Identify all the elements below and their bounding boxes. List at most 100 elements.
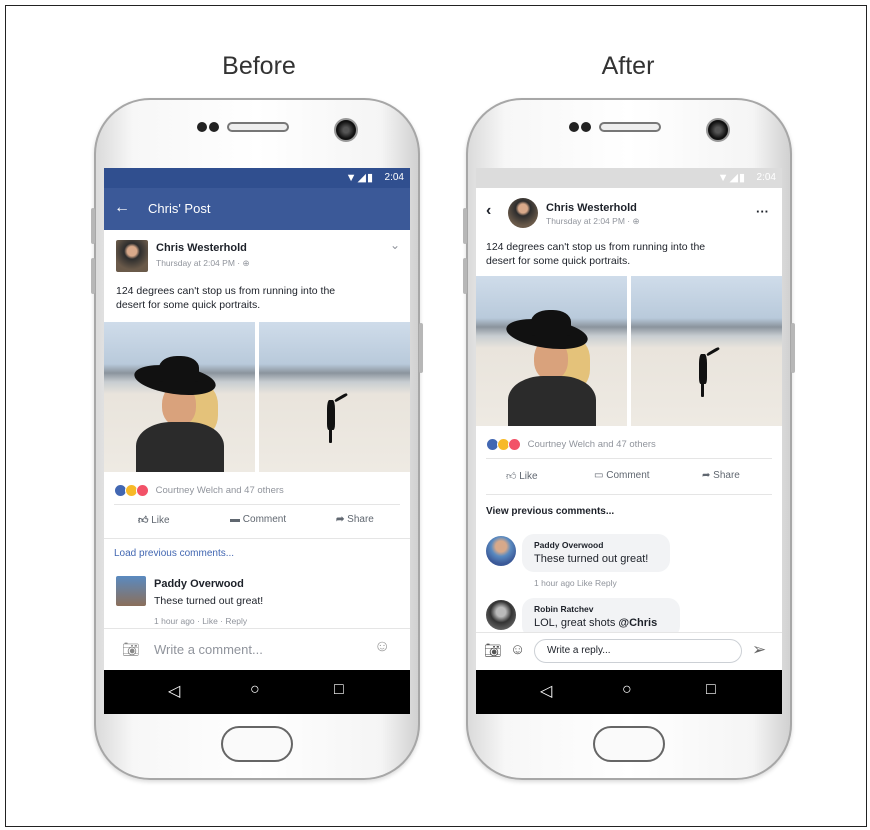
status-time: 2:04 xyxy=(384,172,404,183)
comment-text: These turned out great! xyxy=(154,595,264,607)
send-icon[interactable]: ➢ xyxy=(752,640,766,660)
sensor-icon xyxy=(569,122,579,132)
body-shape xyxy=(136,422,224,472)
volume-button xyxy=(463,258,467,294)
legs-shape xyxy=(701,383,704,397)
like-button[interactable]: 👍︎ Like xyxy=(506,470,538,482)
view-previous-comments-link[interactable]: View previous comments... xyxy=(486,506,614,517)
comment-meta[interactable]: 1 hour ago · Like · Reply xyxy=(154,616,247,626)
reply-input[interactable]: Write a reply... xyxy=(534,639,742,663)
chevron-down-icon[interactable]: ⌄ xyxy=(390,238,400,252)
volume-button xyxy=(91,208,95,244)
legs-shape xyxy=(329,429,332,443)
hat-crown-shape xyxy=(531,310,571,336)
nav-recent-icon[interactable]: □ xyxy=(706,681,716,699)
hat-crown-shape xyxy=(159,356,199,382)
post-text-line-2: desert for some quick portraits. xyxy=(486,255,631,267)
author-avatar[interactable] xyxy=(508,198,538,228)
mention-link[interactable]: @Chris xyxy=(618,617,657,629)
power-button xyxy=(791,323,795,373)
reply-composer: 📷︎ ☺ Write a reply... ➢ xyxy=(476,632,782,671)
post-text-line-1: 124 degrees can't stop us from running i… xyxy=(486,241,706,253)
reactions-summary[interactable]: Courtney Welch and 47 others xyxy=(486,438,656,451)
camera-icon[interactable]: 📷︎ xyxy=(122,641,140,658)
speaker-grille xyxy=(599,122,661,132)
nav-back-icon[interactable]: ◁ xyxy=(540,681,552,701)
signal-battery-icon: ▼◢▮ xyxy=(345,172,374,184)
author-name[interactable]: Chris Westerhold xyxy=(156,242,247,254)
comment-icon: ▬ xyxy=(230,514,240,525)
front-camera-icon xyxy=(706,118,730,142)
like-button[interactable]: 👍︎ Like xyxy=(138,514,170,526)
caption-before: Before xyxy=(222,52,296,80)
nav-home-icon[interactable]: ○ xyxy=(250,681,260,699)
app-header: ← Chris' Post xyxy=(104,188,410,230)
back-arrow-icon[interactable]: ← xyxy=(114,199,130,217)
camera-icon[interactable]: 📷︎ xyxy=(484,642,502,659)
android-nav-bar: ◁ ○ □ xyxy=(476,670,782,714)
share-arrow-icon: ➦ xyxy=(336,514,345,525)
reactions-text: Courtney Welch and 47 others xyxy=(155,485,284,497)
emoji-icon[interactable]: ☺ xyxy=(374,638,390,656)
person-silhouette xyxy=(699,354,707,384)
commenter-name[interactable]: Paddy Overwood xyxy=(154,578,244,590)
more-options-icon[interactable]: ··· xyxy=(756,204,769,219)
post-photo-desert[interactable] xyxy=(631,276,782,426)
nav-recent-icon[interactable]: □ xyxy=(334,681,344,699)
signal-battery-icon: ▼◢▮ xyxy=(717,172,746,184)
comment-meta[interactable]: 1 hour ago Like Reply xyxy=(534,578,617,588)
post-photo-desert[interactable] xyxy=(259,322,410,472)
arm-shape xyxy=(334,392,348,403)
status-time: 2:04 xyxy=(756,172,776,183)
comment-text: These turned out great! xyxy=(534,553,649,565)
author-name[interactable]: Chris Westerhold xyxy=(546,202,637,214)
commenter-name[interactable]: Paddy Overwood xyxy=(534,540,603,550)
phone-after: ▼◢▮ 2:04 ‹ Chris Westerhold Thursday at … xyxy=(463,98,795,780)
divider xyxy=(104,538,410,539)
commenter-avatar[interactable] xyxy=(116,576,146,606)
reactions-summary[interactable]: Courtney Welch and 47 others xyxy=(114,484,284,497)
nav-back-icon[interactable]: ◁ xyxy=(168,681,180,701)
post-actions: 👍︎ Like ▬ Comment ➦ Share xyxy=(104,514,410,530)
comment-composer: 📷︎ Write a comment... ☺ xyxy=(104,628,410,671)
author-avatar[interactable] xyxy=(116,240,148,272)
sensor-icon xyxy=(209,122,219,132)
body-shape xyxy=(508,376,596,426)
arm-shape xyxy=(706,346,720,357)
commenter-name[interactable]: Robin Ratchev xyxy=(534,604,594,614)
share-button[interactable]: ➦ Share xyxy=(336,514,374,525)
volume-button xyxy=(91,258,95,294)
divider xyxy=(114,504,400,505)
post-timestamp[interactable]: Thursday at 2:04 PM · ⊕ xyxy=(156,258,250,269)
divider xyxy=(486,494,772,495)
emoji-icon[interactable]: ☺ xyxy=(510,641,525,658)
share-outline-icon: ➦ xyxy=(702,470,711,481)
comment-input[interactable]: Write a comment... xyxy=(154,642,263,657)
comment-button[interactable]: ▭ Comment xyxy=(594,470,650,481)
home-button[interactable] xyxy=(593,726,665,762)
post-text-line-2: desert for some quick portraits. xyxy=(116,299,261,311)
speaker-grille xyxy=(227,122,289,132)
share-button[interactable]: ➦ Share xyxy=(702,470,740,481)
load-previous-comments-link[interactable]: Load previous comments... xyxy=(114,548,234,559)
post-timestamp[interactable]: Thursday at 2:04 PM · ⊕ xyxy=(546,216,640,227)
home-button[interactable] xyxy=(221,726,293,762)
commenter-avatar[interactable] xyxy=(486,600,516,630)
comment-text: LOL, great shots @Chris xyxy=(534,617,658,629)
comment-button[interactable]: ▬ Comment xyxy=(230,514,286,525)
post-actions: 👍︎ Like ▭ Comment ➦ Share xyxy=(476,470,782,486)
thumbs-up-icon: 👍︎ xyxy=(138,515,149,526)
love-reaction-icon xyxy=(136,484,149,497)
phone-before: ▼◢▮ 2:04 ← Chris' Post Chris Westerhold … xyxy=(91,98,423,780)
back-chevron-icon[interactable]: ‹ xyxy=(486,202,491,220)
post-photo-portrait[interactable] xyxy=(476,276,627,426)
status-bar: ▼◢▮ 2:04 xyxy=(104,168,410,188)
screen-after: ▼◢▮ 2:04 ‹ Chris Westerhold Thursday at … xyxy=(476,168,782,714)
screen-before: ▼◢▮ 2:04 ← Chris' Post Chris Westerhold … xyxy=(104,168,410,714)
comment-outline-icon: ▭ xyxy=(594,470,604,481)
nav-home-icon[interactable]: ○ xyxy=(622,681,632,699)
reply-placeholder: Write a reply... xyxy=(547,645,611,656)
post-photo-portrait[interactable] xyxy=(104,322,255,472)
divider xyxy=(486,458,772,459)
commenter-avatar[interactable] xyxy=(486,536,516,566)
